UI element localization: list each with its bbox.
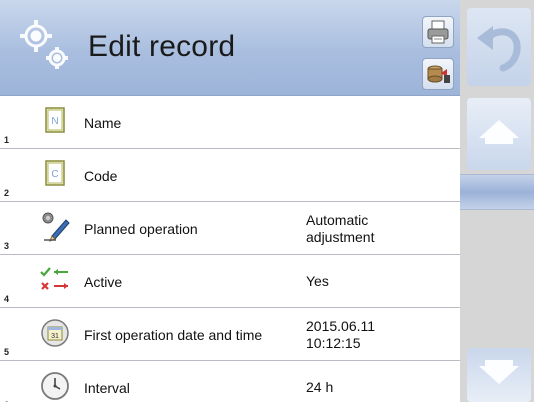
arrow-down-icon: [479, 360, 519, 384]
record-label: Name: [84, 114, 122, 131]
undo-arrow-icon: [477, 26, 521, 72]
row-number: 4: [4, 294, 10, 304]
record-value: 2015.06.11 10:12:15: [306, 317, 376, 351]
print-button[interactable]: [422, 16, 454, 48]
record-list: N Name 1 C Code 2 Planned operation Auto…: [0, 96, 460, 402]
record-label: Planned operation: [84, 220, 198, 237]
record-label: Code: [84, 167, 118, 184]
svg-text:C: C: [51, 169, 58, 180]
svg-text:31: 31: [51, 333, 59, 340]
page-title: Edit record: [88, 30, 236, 63]
list-item-interval[interactable]: Interval 24 h 6: [0, 361, 460, 402]
row-number: 1: [4, 135, 10, 145]
record-label: Interval: [84, 379, 130, 396]
gears-icon: [20, 20, 68, 69]
name-document-icon: N: [45, 107, 65, 133]
record-value: 24 h: [306, 379, 334, 395]
record-value: Automatic adjustment: [306, 211, 375, 245]
record-label: Active: [84, 273, 123, 290]
header-bar: Edit record: [0, 0, 460, 96]
record-value: [306, 149, 456, 202]
scrollbar-thumb[interactable]: [460, 174, 534, 210]
back-button[interactable]: [467, 8, 531, 86]
list-item-active[interactable]: Active Yes 4: [0, 255, 460, 308]
list-item-name[interactable]: N Name 1: [0, 96, 460, 149]
record-value: Yes: [306, 273, 329, 289]
code-document-icon: C: [45, 160, 65, 186]
scroll-up-button[interactable]: [467, 98, 531, 170]
record-value: [306, 96, 456, 149]
calendar-clock-icon: 31: [41, 319, 69, 347]
export-database-button[interactable]: [422, 58, 454, 90]
printer-icon: [427, 20, 449, 44]
navigation-sidebar: [460, 0, 534, 402]
svg-text:N: N: [51, 116, 58, 127]
database-export-icon: [427, 65, 450, 83]
clock-icon: [41, 372, 69, 400]
scroll-down-button[interactable]: [467, 348, 531, 402]
list-item-first-operation-date[interactable]: 31 First operation date and time 2015.06…: [0, 308, 460, 361]
list-item-code[interactable]: C Code 2: [0, 149, 460, 202]
row-number: 3: [4, 241, 10, 251]
row-number: 5: [4, 347, 10, 357]
check-cross-arrows-icon: [40, 267, 68, 290]
list-item-planned-operation[interactable]: Planned operation Automatic adjustment 3: [0, 202, 460, 255]
record-label: First operation date and time: [84, 326, 263, 343]
row-number: 2: [4, 188, 10, 198]
weight-pen-icon: [42, 212, 70, 242]
arrow-up-icon: [479, 120, 519, 144]
